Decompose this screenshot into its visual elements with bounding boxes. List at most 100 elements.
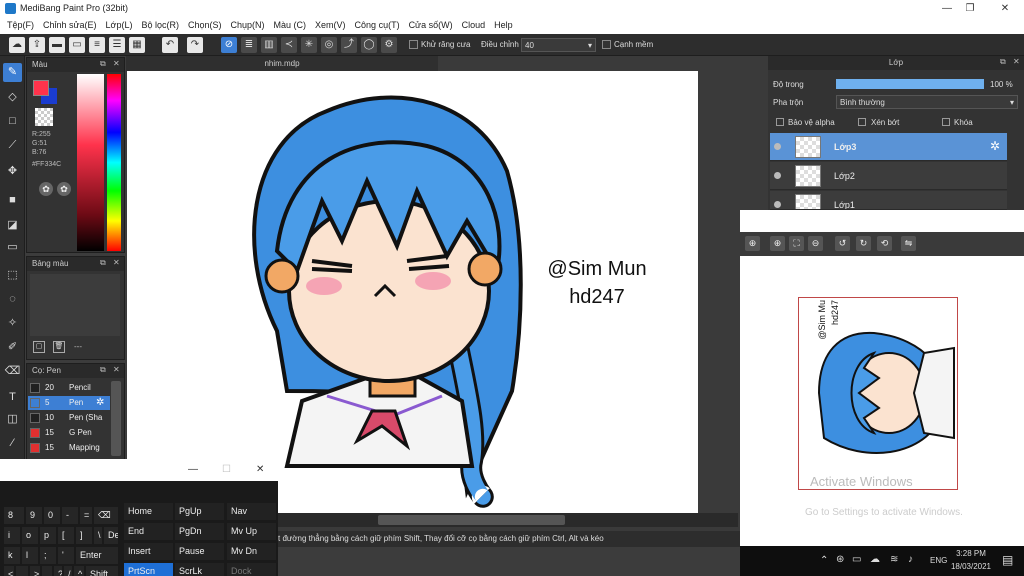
panel-close-icon[interactable]: ✕ (113, 365, 120, 374)
move-tool-icon[interactable]: ✥ (3, 162, 22, 181)
select-eraser-icon[interactable]: ⌫ (3, 362, 22, 381)
layer-row[interactable]: Lớp2 (770, 162, 1007, 190)
close-button[interactable]: ✕ (990, 1, 1020, 16)
zoom-in-icon[interactable]: ⊕ (745, 236, 760, 251)
keyboard-nav-key[interactable]: Mv Dn (227, 543, 276, 560)
zoom-in-icon[interactable]: ⊕ (770, 236, 785, 251)
flip-icon[interactable]: ⇋ (901, 236, 916, 251)
menu-help[interactable]: Help (491, 17, 519, 34)
primary-color-swatch[interactable] (33, 80, 49, 96)
keyboard-key[interactable]: Del (104, 527, 118, 544)
keyboard-key[interactable]: [ (58, 527, 74, 544)
no-snap-icon[interactable]: ⊘ (221, 37, 237, 53)
menu-cloud[interactable]: Cloud (459, 17, 492, 34)
bucket-tool-icon[interactable]: ◪ (3, 216, 22, 235)
keyboard-nav-key[interactable]: Dock (227, 563, 276, 576)
clipping-checkbox[interactable] (858, 118, 866, 126)
keyboard-nav-key[interactable]: Home (124, 503, 173, 520)
keyboard-close-button[interactable]: ✕ (256, 464, 264, 475)
brush-item[interactable]: 5 Pen ✲ (28, 396, 110, 410)
menu-file[interactable]: Tệp(F) (4, 17, 40, 34)
menu-color[interactable]: Màu (C) (271, 17, 313, 34)
undo-icon[interactable]: ↶ (162, 37, 178, 53)
keyboard-nav-key[interactable]: End (124, 523, 173, 540)
lasso-tool-icon[interactable]: ◌ (3, 290, 22, 309)
keyboard-minimize-button[interactable]: — (188, 464, 198, 475)
brush-item[interactable]: 10 Pen (Sha (28, 411, 110, 425)
cloud-icon[interactable]: ☁ (9, 37, 25, 53)
brush-settings-icon[interactable]: ✲ (96, 397, 104, 408)
panel-close-icon[interactable]: ✕ (1013, 57, 1020, 66)
detach-icon[interactable]: ⧉ (100, 258, 106, 268)
keyboard-key[interactable]: > (30, 566, 40, 576)
maximize-button[interactable]: ❐ (955, 1, 985, 16)
document-tab[interactable]: nhim.mdp (126, 56, 438, 71)
comment-icon[interactable]: ▬ (49, 37, 65, 53)
drawing-canvas[interactable]: @Sim Mun hd247 (127, 71, 698, 513)
keyboard-nav-key[interactable]: Pause (175, 543, 224, 560)
opacity-slider[interactable] (836, 79, 984, 89)
language-indicator[interactable]: ENG (930, 556, 947, 565)
keyboard-nav-key[interactable]: PgDn (175, 523, 224, 540)
brush-item[interactable]: 15 Mapping (28, 441, 110, 455)
keyboard-nav-key[interactable]: Nav (227, 503, 276, 520)
keyboard-key[interactable]: ; (40, 547, 56, 564)
curve-tool-icon[interactable]: ⟋ (3, 136, 22, 155)
eraser-tool-icon[interactable]: ◇ (3, 88, 22, 107)
keyboard-key[interactable]: \ (94, 527, 102, 544)
hue-slider[interactable] (107, 74, 121, 251)
menu-select[interactable]: Chọn(S) (185, 17, 228, 34)
blend-mode-dropdown[interactable]: Bình thường ▾ (836, 95, 1018, 109)
gradient-tool-icon[interactable]: ▭ (3, 238, 22, 257)
keyboard-key[interactable]: k (4, 547, 20, 564)
keyboard-key[interactable]: p (40, 527, 56, 544)
layer-row[interactable]: Lớp3 ✲ (770, 133, 1007, 161)
keyboard-maximize-button[interactable]: ☐ (222, 464, 231, 475)
menu-snap[interactable]: Chụp(N) (228, 17, 271, 34)
keyboard-key[interactable]: i (4, 527, 20, 544)
trash-icon[interactable]: 🗑 (53, 341, 65, 353)
brush-tool-icon[interactable]: ✎ (3, 63, 22, 82)
menu-tools[interactable]: Công cụ(T) (352, 17, 406, 34)
keyboard-key[interactable]: Shift (86, 566, 118, 576)
keyboard-nav-key[interactable]: PrtScn (124, 563, 173, 576)
snap-vanish-icon[interactable]: ≺ (281, 37, 297, 53)
clock-date[interactable]: 18/03/2021 (947, 562, 995, 571)
magic-wand-icon[interactable]: ✧ (3, 314, 22, 333)
keyboard-key[interactable]: ' (58, 547, 74, 564)
panel-close-icon[interactable]: ✕ (113, 258, 120, 267)
brush-item[interactable]: 20 Pencil (28, 381, 110, 395)
keyboard-key[interactable]: ⌫ (94, 507, 118, 524)
visibility-icon[interactable] (774, 201, 781, 208)
snap-radial-icon[interactable]: ✳ (301, 37, 317, 53)
rotate-left-icon[interactable]: ↺ (835, 236, 850, 251)
keyboard-key[interactable]: 9 (26, 507, 42, 524)
redo-icon[interactable]: ↷ (187, 37, 203, 53)
zoom-out-icon[interactable]: ⊖ (808, 236, 823, 251)
antialias-checkbox[interactable] (409, 40, 418, 49)
saturation-value-picker[interactable] (77, 74, 104, 251)
keyboard-key[interactable]: . (42, 566, 52, 576)
eyedropper-tool-icon[interactable]: ⁄ (3, 434, 22, 453)
detach-icon[interactable]: ⧉ (1000, 57, 1006, 67)
shape-tool-icon[interactable]: □ (3, 112, 22, 131)
keyboard-key[interactable]: l (22, 547, 38, 564)
navigator-preview[interactable]: @Sim Mu hd247 (798, 297, 958, 490)
palette-icon[interactable]: ✿ (39, 182, 53, 196)
keyboard-nav-key[interactable]: Insert (124, 543, 173, 560)
soft-edge-checkbox[interactable] (602, 40, 611, 49)
notification-icon[interactable]: ▤ (1002, 553, 1013, 567)
keyboard-key[interactable]: ] (76, 527, 92, 544)
fit-icon[interactable]: ⛶ (789, 236, 804, 251)
tray-network-icon[interactable]: ⊛ (836, 554, 844, 565)
keyboard-key[interactable]: ? (54, 566, 62, 576)
menu-filter[interactable]: Bộ lọc(R) (138, 17, 185, 34)
visibility-icon[interactable] (774, 172, 781, 179)
scrollbar-thumb[interactable] (378, 515, 565, 525)
keyboard-key[interactable]: / (64, 566, 72, 576)
grid-icon[interactable]: ▦ (129, 37, 145, 53)
menu-edit[interactable]: Chỉnh sửa(E) (40, 17, 103, 34)
tray-cloud-icon[interactable]: ☁ (870, 554, 880, 565)
layer-row[interactable]: Lớp1 (770, 191, 1007, 210)
fill-rect-tool-icon[interactable]: ■ (3, 191, 22, 210)
